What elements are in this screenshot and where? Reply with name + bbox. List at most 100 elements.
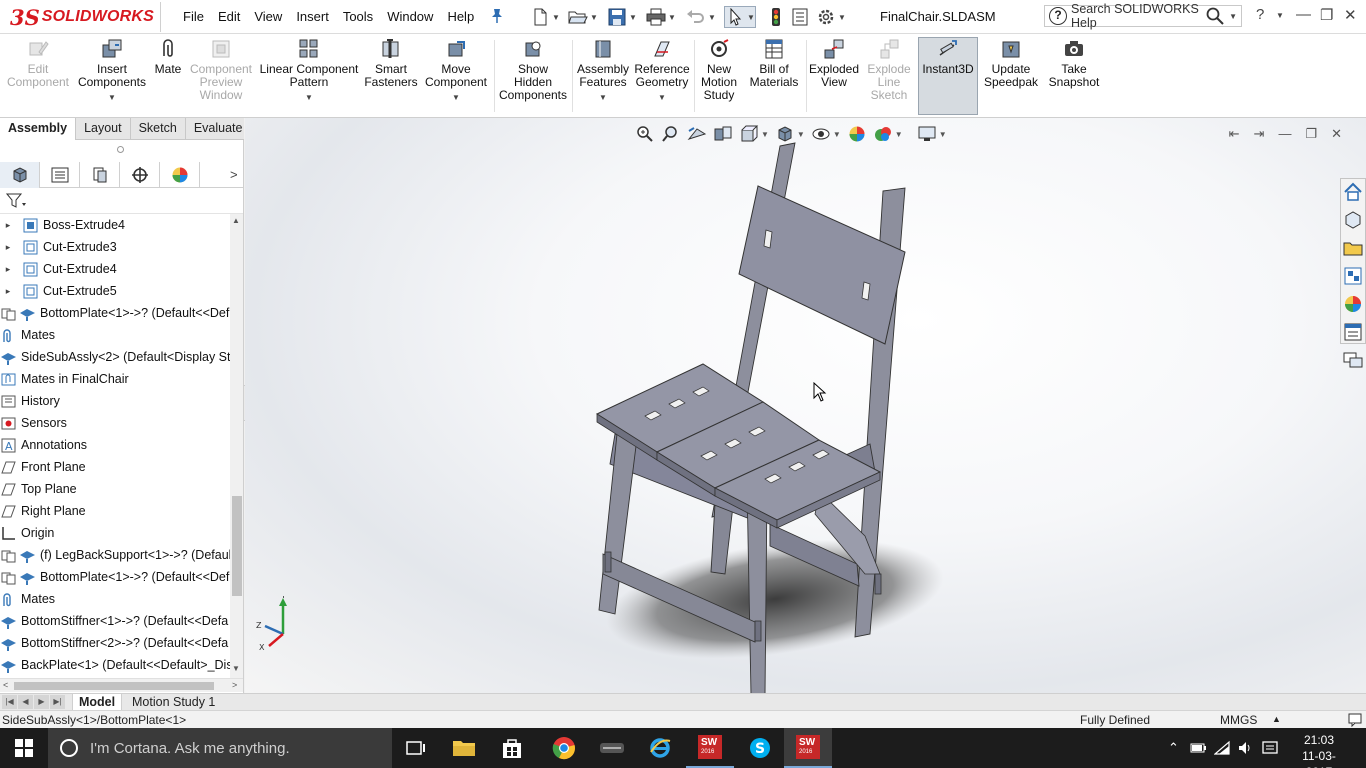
tree-node-bottomplate[interactable]: BottomPlate<1>->? (Default<<Def [0,302,230,324]
view-palette-icon[interactable] [1342,265,1364,287]
scroll-thumb[interactable] [232,496,242,596]
taskbar-skype[interactable]: S [736,728,784,768]
pin-menu-icon[interactable] [490,8,504,24]
viewport-close-button[interactable]: ✕ [1331,126,1342,142]
tab-displaymanager[interactable] [160,162,200,188]
previous-pane-icon[interactable]: ⇤ [1229,126,1240,142]
tree-node-front-plane[interactable]: Front Plane [0,456,230,478]
tree-node-legbacksupport[interactable]: (f) LegBackSupport<1>->? (Defaul [0,544,230,566]
tab-layout[interactable]: Layout [76,118,131,140]
chevron-down-icon[interactable]: ▼ [1229,12,1237,21]
cortana-search-box[interactable]: I'm Cortana. Ask me anything. [48,728,392,768]
last-tab-icon[interactable]: ▶| [50,695,65,709]
taskbar-clock[interactable]: 21:03 11-03-2017 [1290,732,1348,768]
chair-3d-model[interactable] [575,134,945,693]
menu-edit[interactable]: Edit [211,9,247,24]
taskbar-chrome[interactable] [540,728,588,768]
menu-help[interactable]: Help [440,9,481,24]
restore-button[interactable]: ❐ [1320,6,1333,24]
smart-fasteners-button[interactable]: Smart Fasteners [364,38,418,89]
wifi-icon[interactable] [1214,740,1230,756]
scroll-down-icon[interactable]: ▼ [232,664,240,673]
tab-assembly[interactable]: Assembly [0,118,77,140]
show-hidden-icons-icon[interactable]: ⌃ [1168,740,1179,756]
tree-vertical-scrollbar[interactable]: ▲ ▼ [230,214,243,678]
undo-button[interactable]: ▼ [686,6,716,28]
expand-icon[interactable]: ▸ [2,242,14,253]
mate-button[interactable]: Mate [150,38,186,76]
file-properties-button[interactable] [790,6,810,28]
taskbar-store[interactable] [488,728,536,768]
chevron-down-icon[interactable]: ▼ [576,91,630,104]
custom-properties-icon[interactable] [1342,321,1364,343]
select-button[interactable]: ▼ [724,6,756,28]
tab-featuremanager[interactable] [0,162,40,188]
next-pane-icon[interactable]: ⇥ [1254,126,1265,142]
menu-insert[interactable]: Insert [289,9,336,24]
tree-node-history[interactable]: History [0,390,230,412]
taskbar-solidworks-active[interactable]: SW 2016 [784,728,832,768]
panel-splitter[interactable] [117,146,124,153]
appearances-scenes-icon[interactable] [1342,293,1364,315]
search-icon[interactable] [1205,7,1225,25]
instant3d-button[interactable]: Instant3D [918,37,978,115]
taskbar-game-app[interactable] [588,728,636,768]
filter-icon[interactable] [6,193,28,209]
close-button[interactable]: ✕ [1344,6,1357,24]
tree-node-bottomstiffner1[interactable]: BottomStiffner<1>->? (Default<<Defa [0,610,230,632]
tree-node-backplate[interactable]: BackPlate<1> (Default<<Default>_Disp [0,654,230,676]
assembly-features-button[interactable]: Assembly Features ▼ [576,38,630,104]
scroll-up-icon[interactable]: ▲ [232,216,240,225]
exploded-view-button[interactable]: Exploded View [808,38,860,89]
explode-line-sketch-button[interactable]: Explode Line Sketch [864,38,914,102]
chevron-down-icon[interactable]: ▼ [258,91,360,104]
chevron-down-icon[interactable]: ▼ [632,91,692,104]
back-plate[interactable] [738,185,906,345]
help-dropdown-icon[interactable]: ▼ [1276,11,1284,20]
tab-motion-study-1[interactable]: Motion Study 1 [126,694,221,711]
save-button[interactable]: ▼ [607,6,637,28]
tree-node-cut-extrude3[interactable]: ▸ Cut-Extrude3 [0,236,230,258]
graphics-area[interactable]: ▼ ▼ ▼ ▼ ▼ ⇤ ⇥ — ❐ ✕ Z X [245,118,1366,693]
tree-node-mates-2[interactable]: Mates [0,588,230,610]
tree-node-sensors[interactable]: Sensors [0,412,230,434]
new-document-button[interactable]: ▼ [530,6,560,28]
battery-icon[interactable] [1190,741,1206,755]
tree-node-cut-extrude5[interactable]: ▸ Cut-Extrude5 [0,280,230,302]
menu-file[interactable]: File [176,9,211,24]
action-center-icon[interactable] [1262,740,1278,756]
tooltip-icon[interactable] [1348,713,1362,727]
task-view-button[interactable] [392,728,440,768]
print-button[interactable]: ▼ [646,6,676,28]
expand-icon[interactable]: ▸ [2,220,14,231]
tab-configurationmanager[interactable] [80,162,120,188]
previous-tab-icon[interactable]: ◀ [18,695,33,709]
rebuild-button[interactable] [766,6,786,28]
tree-node-bottomplate-2[interactable]: BottomPlate<1>->? (Default<<Def [0,566,230,588]
insert-components-button[interactable]: Insert Components ▼ [76,38,148,104]
chevron-up-icon[interactable]: ▲ [1272,714,1281,724]
tab-sketch[interactable]: Sketch [131,118,186,140]
design-library-icon[interactable] [1342,209,1364,231]
tab-model[interactable]: Model [72,694,123,711]
home-icon[interactable] [1342,181,1364,203]
scroll-thumb[interactable] [14,682,214,690]
tree-node-annotations[interactable]: A Annotations [0,434,230,456]
next-tab-icon[interactable]: ▶ [34,695,49,709]
tab-dimxpertmanager[interactable] [120,162,160,188]
component-preview-window-button[interactable]: Component Preview Window [188,38,254,102]
help-search-box[interactable]: ? Search SOLIDWORKS Help ▼ [1044,2,1242,30]
menu-view[interactable]: View [247,9,289,24]
show-hidden-components-button[interactable]: Show Hidden Components [498,38,568,102]
expand-icon[interactable]: ▸ [2,286,14,297]
viewport-minimize-button[interactable]: — [1278,126,1291,142]
units-selector[interactable]: MMGS [1220,713,1257,727]
tree-node-mates[interactable]: Mates [0,324,230,346]
taskbar-internet-explorer[interactable] [636,728,684,768]
tree-node-right-plane[interactable]: Right Plane [0,500,230,522]
menu-tools[interactable]: Tools [336,9,380,24]
chevron-down-icon[interactable]: ▼ [422,91,490,104]
scroll-right-icon[interactable]: > [232,680,237,690]
move-component-button[interactable]: Move Component ▼ [422,38,490,104]
edit-component-button[interactable]: Edit Component [4,38,72,89]
